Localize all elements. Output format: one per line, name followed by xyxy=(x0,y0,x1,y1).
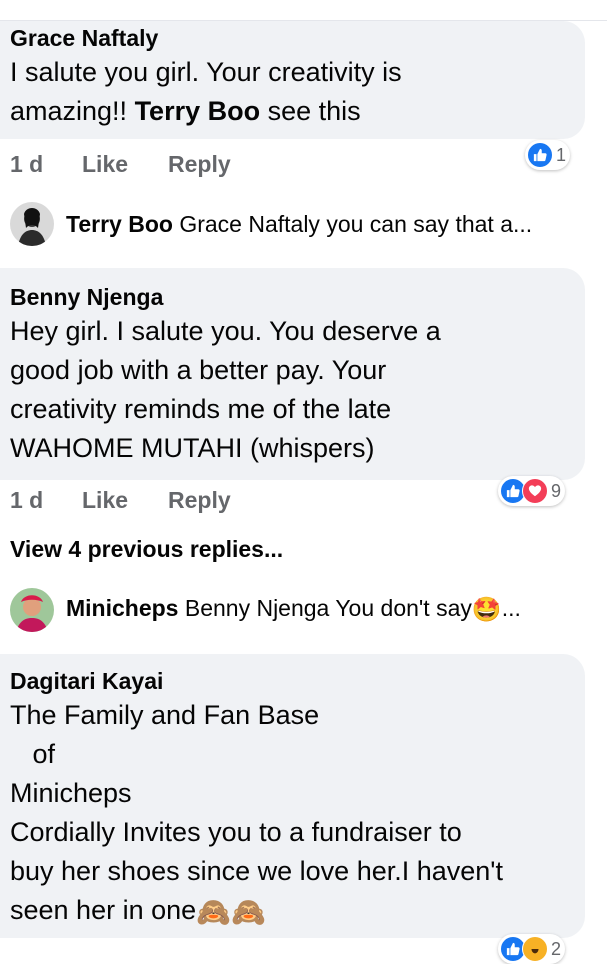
reaction-summary[interactable]: 2 xyxy=(498,934,566,964)
reply-snippet: Terry Boo Grace Naftaly you can say that… xyxy=(66,210,533,237)
avatar[interactable] xyxy=(10,202,54,246)
reply-author[interactable]: Minicheps xyxy=(66,595,178,621)
mention-link[interactable]: Terry Boo xyxy=(135,96,261,126)
reply-button[interactable]: Reply xyxy=(168,151,231,178)
reaction-count: 9 xyxy=(551,480,562,501)
view-previous-replies-link[interactable]: View 4 previous replies... xyxy=(10,536,283,563)
haha-reaction-icon xyxy=(522,936,548,962)
comment-author[interactable]: Dagitari Kayai xyxy=(10,666,575,696)
comment-time: 1 d xyxy=(10,151,44,177)
comment-bubble: Grace Naftaly I salute you girl. Your cr… xyxy=(0,21,585,139)
comment-bubble: Benny Njenga Hey girl. I salute you. You… xyxy=(0,268,585,480)
see-no-evil-monkey-emoji-icon: 🙈🙈 xyxy=(196,896,266,928)
comment-bubble: Dagitari Kayai The Family and Fan Base o… xyxy=(0,654,585,938)
like-button[interactable]: Like xyxy=(82,487,128,514)
star-struck-emoji-icon: 🤩 xyxy=(471,596,502,624)
like-reaction-icon xyxy=(527,142,553,168)
comment-text: I salute you girl. Your creativity is am… xyxy=(10,57,402,126)
comment-text: Hey girl. I salute you. You deserve a go… xyxy=(10,316,441,463)
reply-author[interactable]: Terry Boo xyxy=(66,211,173,237)
comment-author[interactable]: Grace Naftaly xyxy=(10,23,575,53)
comment-author[interactable]: Benny Njenga xyxy=(10,282,575,312)
reaction-count: 1 xyxy=(556,144,567,165)
reply-preview[interactable]: Terry Boo Grace Naftaly you can say that… xyxy=(10,202,600,246)
comment-text: The Family and Fan Base of Minicheps Cor… xyxy=(10,700,503,928)
reaction-summary[interactable]: 1 xyxy=(525,140,571,170)
reply-button[interactable]: Reply xyxy=(168,487,231,514)
like-button[interactable]: Like xyxy=(82,151,128,178)
avatar[interactable] xyxy=(10,588,54,632)
reaction-summary[interactable]: 9 xyxy=(498,476,566,506)
comment-time: 1 d xyxy=(10,487,44,513)
reaction-count: 2 xyxy=(551,938,562,959)
reply-preview[interactable]: Minicheps Benny Njenga You don't say🤩... xyxy=(10,588,600,632)
reply-snippet: Minicheps Benny Njenga You don't say🤩... xyxy=(66,595,521,624)
love-reaction-icon xyxy=(522,478,548,504)
